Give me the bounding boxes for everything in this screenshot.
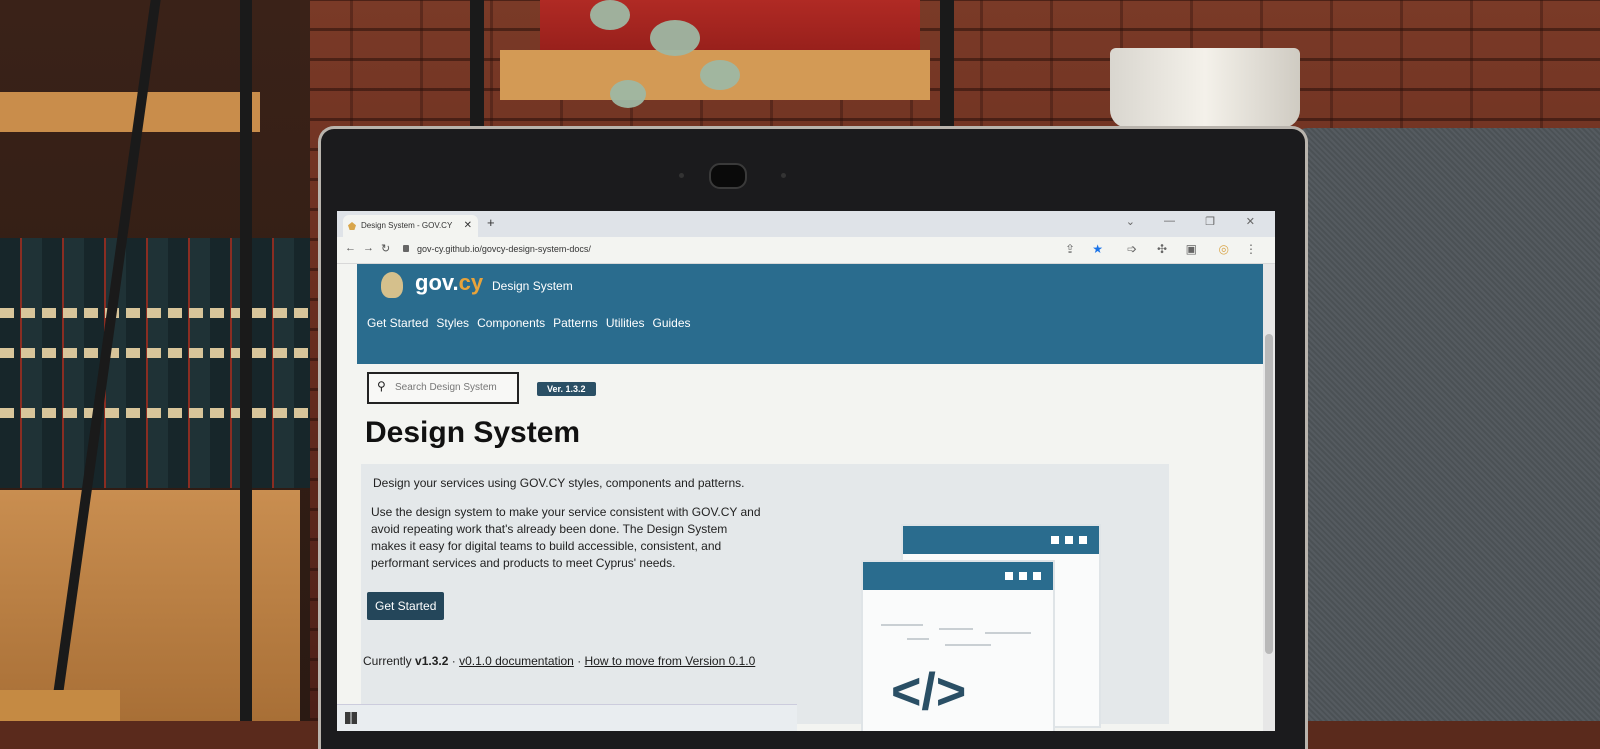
shelf-rod [940, 0, 954, 140]
webcam [709, 163, 747, 189]
laptop: Design System - GOV.CY ✕ + ⌄ — ❐ ✕ ← → ↻… [318, 126, 1308, 749]
plant-leaf [650, 20, 700, 56]
side-panel-icon[interactable]: ▣ [1186, 242, 1197, 256]
page-title: Design System [365, 416, 581, 449]
favicon-icon [348, 222, 356, 230]
plant-leaf [610, 80, 646, 108]
search-placeholder: Search Design System [395, 382, 497, 393]
chevron-down-icon[interactable]: ⌄ [1126, 215, 1135, 228]
illustration-titlebar [863, 562, 1053, 590]
encyclopedia-books [0, 238, 310, 488]
nav-components[interactable]: Components [477, 316, 545, 330]
forward-icon[interactable]: → [363, 242, 374, 254]
lock-icon [403, 245, 409, 252]
current-version: v1.3.2 [415, 654, 449, 668]
illustration-titlebar [903, 526, 1099, 554]
nav-styles[interactable]: Styles [436, 316, 469, 330]
get-started-button[interactable]: Get Started [367, 592, 445, 620]
intro-paragraph: Use the design system to make your servi… [371, 505, 761, 570]
nav-guides[interactable]: Guides [652, 316, 690, 330]
windows-start-icon[interactable] [345, 712, 357, 724]
scrollbar-thumb[interactable] [1265, 334, 1273, 654]
wooden-cabinet [0, 490, 300, 721]
address-bar: ← → ↻ gov-cy.github.io/govcy-design-syst… [337, 237, 1275, 264]
main-nav: Get Started Styles Components Patterns U… [367, 316, 691, 330]
laptop-screen: Design System - GOV.CY ✕ + ⌄ — ❐ ✕ ← → ↻… [337, 211, 1275, 731]
minimize-icon[interactable]: — [1164, 215, 1175, 227]
window-dot [1079, 536, 1087, 544]
site-header: gov.cy Design System Get Started Styles … [357, 264, 1263, 364]
nav-get-started[interactable]: Get Started [367, 316, 428, 330]
book-gold-band [0, 408, 310, 418]
illustration-line [881, 624, 923, 626]
shelf-rod [240, 0, 252, 721]
scrollbar[interactable] [1263, 264, 1275, 731]
browser-tab-bar: Design System - GOV.CY ✕ + ⌄ — ❐ ✕ [337, 211, 1275, 237]
code-icon: </> [891, 663, 967, 721]
extension-arrow-icon[interactable]: ➩ [1127, 242, 1137, 256]
search-icon: ⚲ [377, 379, 386, 393]
nav-utilities[interactable]: Utilities [606, 316, 645, 330]
profile-icon[interactable]: ◎ [1219, 242, 1229, 256]
site-name: Design System [492, 279, 573, 293]
window-dot [1005, 572, 1013, 580]
camera-sensor [781, 173, 786, 178]
window-dot [1033, 572, 1041, 580]
window-dot [1051, 536, 1059, 544]
window-dot [1065, 536, 1073, 544]
bookmark-star-icon[interactable]: ★ [1092, 242, 1103, 256]
book-gold-band [0, 348, 310, 358]
shelf-board [0, 92, 260, 132]
new-tab-button[interactable]: + [487, 215, 495, 230]
nav-patterns[interactable]: Patterns [553, 316, 598, 330]
close-tab-icon[interactable]: ✕ [464, 215, 472, 237]
logo-cy: cy [458, 270, 484, 295]
windows-taskbar [337, 704, 797, 731]
migrate-link[interactable]: How to move from Version 0.1.0 [585, 654, 756, 668]
maximize-icon[interactable]: ❐ [1205, 215, 1215, 228]
search-input[interactable]: ⚲ Search Design System [367, 372, 519, 404]
book-gold-band [0, 308, 310, 318]
shelf-rod [470, 0, 484, 140]
gray-chair [1290, 128, 1600, 721]
puzzle-extensions-icon[interactable]: ✣ [1157, 242, 1167, 256]
currently-label: Currently [363, 654, 412, 668]
illustration-line [985, 632, 1031, 634]
illustration-window-front: </> [861, 560, 1055, 731]
hero-panel: Design your services using GOV.CY styles… [361, 464, 1169, 731]
cyprus-emblem-icon [381, 272, 403, 298]
camera-sensor [679, 173, 684, 178]
desk-corner [0, 690, 120, 721]
plant-leaf [590, 0, 630, 30]
tab-title: Design System - GOV.CY [361, 221, 453, 230]
version-badge: Ver. 1.3.2 [537, 382, 596, 396]
kebab-menu-icon[interactable]: ⋮ [1245, 242, 1257, 256]
version-info: Currently v1.3.2 · v0.1.0 documentation … [363, 654, 755, 668]
browser-tab[interactable]: Design System - GOV.CY ✕ [343, 215, 478, 237]
window-dot [1019, 572, 1027, 580]
plant-pot [1110, 48, 1300, 128]
web-page: gov.cy Design System Get Started Styles … [337, 264, 1263, 731]
url-field[interactable]: gov-cy.github.io/govcy-design-system-doc… [417, 244, 591, 254]
share-icon[interactable]: ⇪ [1065, 242, 1075, 256]
plant-leaf [700, 60, 740, 90]
reload-icon[interactable]: ↻ [381, 242, 390, 255]
old-docs-link[interactable]: v0.1.0 documentation [459, 654, 574, 668]
logo-gov: gov. [415, 270, 459, 295]
back-icon[interactable]: ← [345, 242, 356, 254]
close-window-icon[interactable]: ✕ [1246, 215, 1255, 228]
lead-text: Design your services using GOV.CY styles… [373, 476, 745, 490]
illustration-line [907, 638, 929, 640]
separator: · [577, 654, 582, 668]
separator: · [451, 654, 456, 668]
illustration-line [945, 644, 991, 646]
illustration-line [939, 628, 973, 630]
site-logo[interactable]: gov.cy [415, 270, 483, 296]
